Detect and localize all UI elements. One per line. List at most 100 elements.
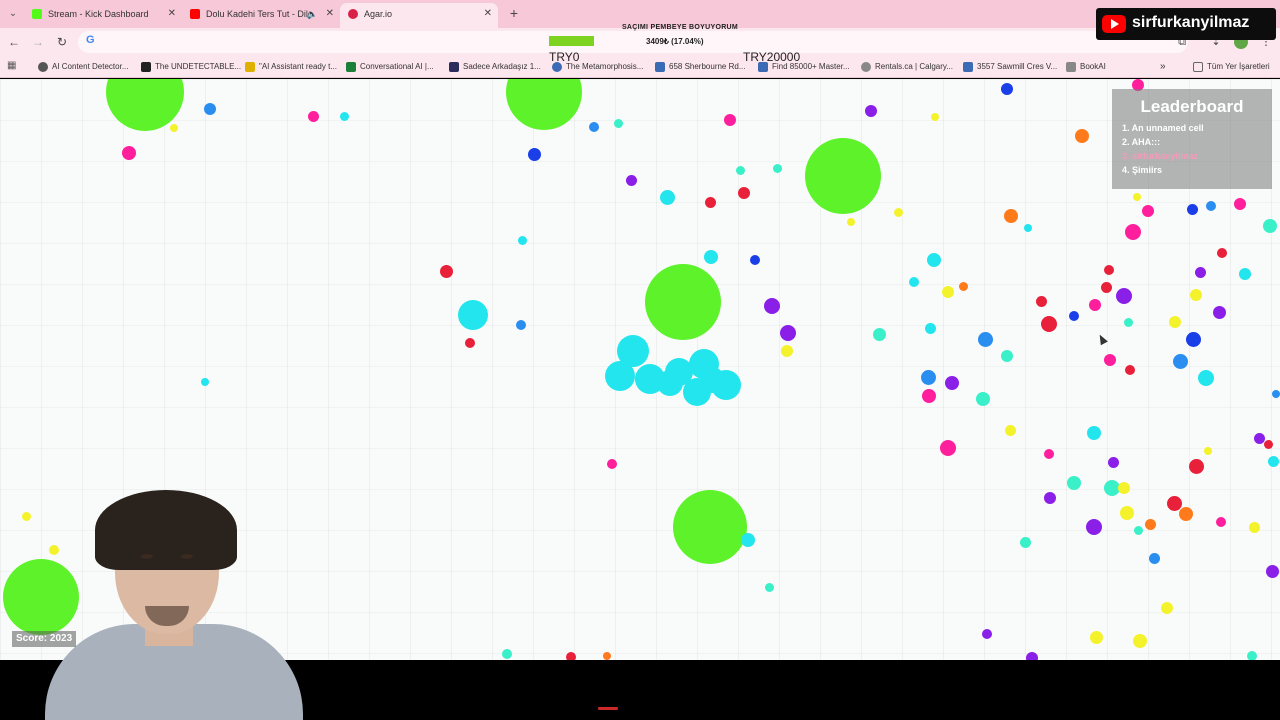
food-cell [1169,316,1181,328]
new-tab-icon[interactable]: + [505,4,523,22]
food-cell [750,255,760,265]
apps-grid-icon[interactable]: ▦ [7,60,19,72]
reload-icon[interactable]: ↻ [54,34,70,50]
food-cell [1217,248,1227,258]
tab-youtube-music[interactable]: Dolu Kadehi Ters Tut - Dile 🔈 ✕ [182,3,340,25]
food-cell [1026,652,1038,660]
bookmark-item[interactable]: Rentals.ca | Calgary... [861,56,953,78]
more-bookmarks-chevron-icon[interactable]: » [1160,56,1166,78]
bookmark-item[interactable]: BookAI [1066,56,1106,78]
close-tab-icon[interactable]: ✕ [326,3,334,25]
folder-icon [1193,62,1203,72]
bookmark-favicon-icon [449,62,459,72]
back-arrow-icon[interactable]: ← [6,34,22,50]
food-cell [1100,281,1112,293]
food-cell [1148,552,1160,564]
food-cell [1069,311,1079,321]
forward-arrow-icon[interactable]: → [30,34,46,50]
kick-favicon-icon [32,9,42,19]
close-tab-icon[interactable]: ✕ [484,3,492,25]
donation-progress-bar [549,36,594,46]
food-cell [607,459,617,469]
food-cell [1179,507,1193,521]
food-cell [1118,482,1130,494]
food-cell [201,378,209,386]
food-cell [170,124,178,132]
food-cell [1212,305,1226,319]
food-cell [1041,316,1057,332]
food-cell [781,345,793,357]
webcam-eye [181,554,193,559]
food-cell [1161,602,1173,614]
food-cell [738,187,750,199]
food-cell [659,189,675,205]
channel-name: sirfurkanyilmaz [1132,14,1250,31]
food-cell [1144,518,1156,530]
tab-search-icon[interactable]: ⌄ [4,5,22,23]
address-bar[interactable]: G [78,31,1188,53]
food-cell [439,264,453,278]
food-cell [589,122,599,132]
close-tab-icon[interactable]: ✕ [168,3,176,25]
food-cell [1247,651,1257,660]
food-cell [1104,354,1116,366]
food-cell [122,146,136,160]
food-cell [1234,198,1246,210]
food-cell [931,113,939,121]
food-cell [1089,299,1101,311]
channel-badge: sirfurkanyilmaz [1096,8,1276,40]
food-cell [502,649,512,659]
food-cell [21,511,31,521]
food-cell [764,582,774,592]
food-cell [1107,456,1119,468]
speaker-icon[interactable]: 🔈 [307,3,318,25]
leaderboard: Leaderboard 1. An unnamed cell 2. AHA:::… [1112,89,1272,189]
all-bookmarks[interactable]: Tüm Yer İşaretleri [1193,56,1270,78]
food-cell [1086,519,1102,535]
bookmark-item[interactable]: "AI Assistant ready t... [245,56,337,78]
youtube-favicon-icon [190,9,200,19]
tab-agario[interactable]: Agar.io ✕ [340,3,498,28]
bookmark-item[interactable]: Conversational AI |... [346,56,434,78]
food-cell [673,490,747,564]
food-cell [1001,350,1013,362]
tab-title: Dolu Kadehi Ters Tut - Dile [206,9,313,19]
goal-start-label: TRY0 [549,50,580,64]
food-cell [307,110,319,122]
food-cell [847,218,855,226]
tab-kick-dashboard[interactable]: Stream - Kick Dashboard ✕ [24,3,182,25]
food-cell [1133,525,1143,535]
food-cell [1272,390,1280,398]
food-cell [1019,536,1031,548]
player-cell [699,367,725,393]
bookmark-item[interactable]: Sadece Arkadaşız 1... [449,56,541,78]
food-cell [645,264,721,340]
bookmark-item[interactable]: The UNDETECTABLE... [141,56,241,78]
food-cell [1133,193,1141,201]
food-cell [741,533,755,547]
bookmark-item[interactable]: 658 Sherbourne Rd... [655,56,746,78]
food-cell [1075,129,1089,143]
food-cell [872,327,886,341]
food-cell [724,114,736,126]
food-cell [1089,630,1103,644]
food-cell [1248,521,1260,533]
food-cell [1198,370,1214,386]
food-cell [780,325,796,341]
bookmark-item[interactable]: AI Content Detector... [38,56,128,78]
food-cell [865,105,877,117]
food-cell [465,338,475,348]
food-cell [805,138,881,214]
leaderboard-row: 1. An unnamed cell [1122,123,1204,133]
bookmark-item[interactable]: 3557 Sawmill Cres V... [963,56,1057,78]
bookmark-favicon-icon [963,62,973,72]
goal-end-label: TRY20000 [743,50,801,64]
bookmark-favicon-icon [861,62,871,72]
food-cell [1116,288,1132,304]
food-cell [1216,517,1226,527]
food-cell [958,281,968,291]
food-cell [1185,331,1201,347]
food-cell [1265,564,1279,578]
food-cell [982,629,992,639]
food-cell [1267,455,1279,467]
